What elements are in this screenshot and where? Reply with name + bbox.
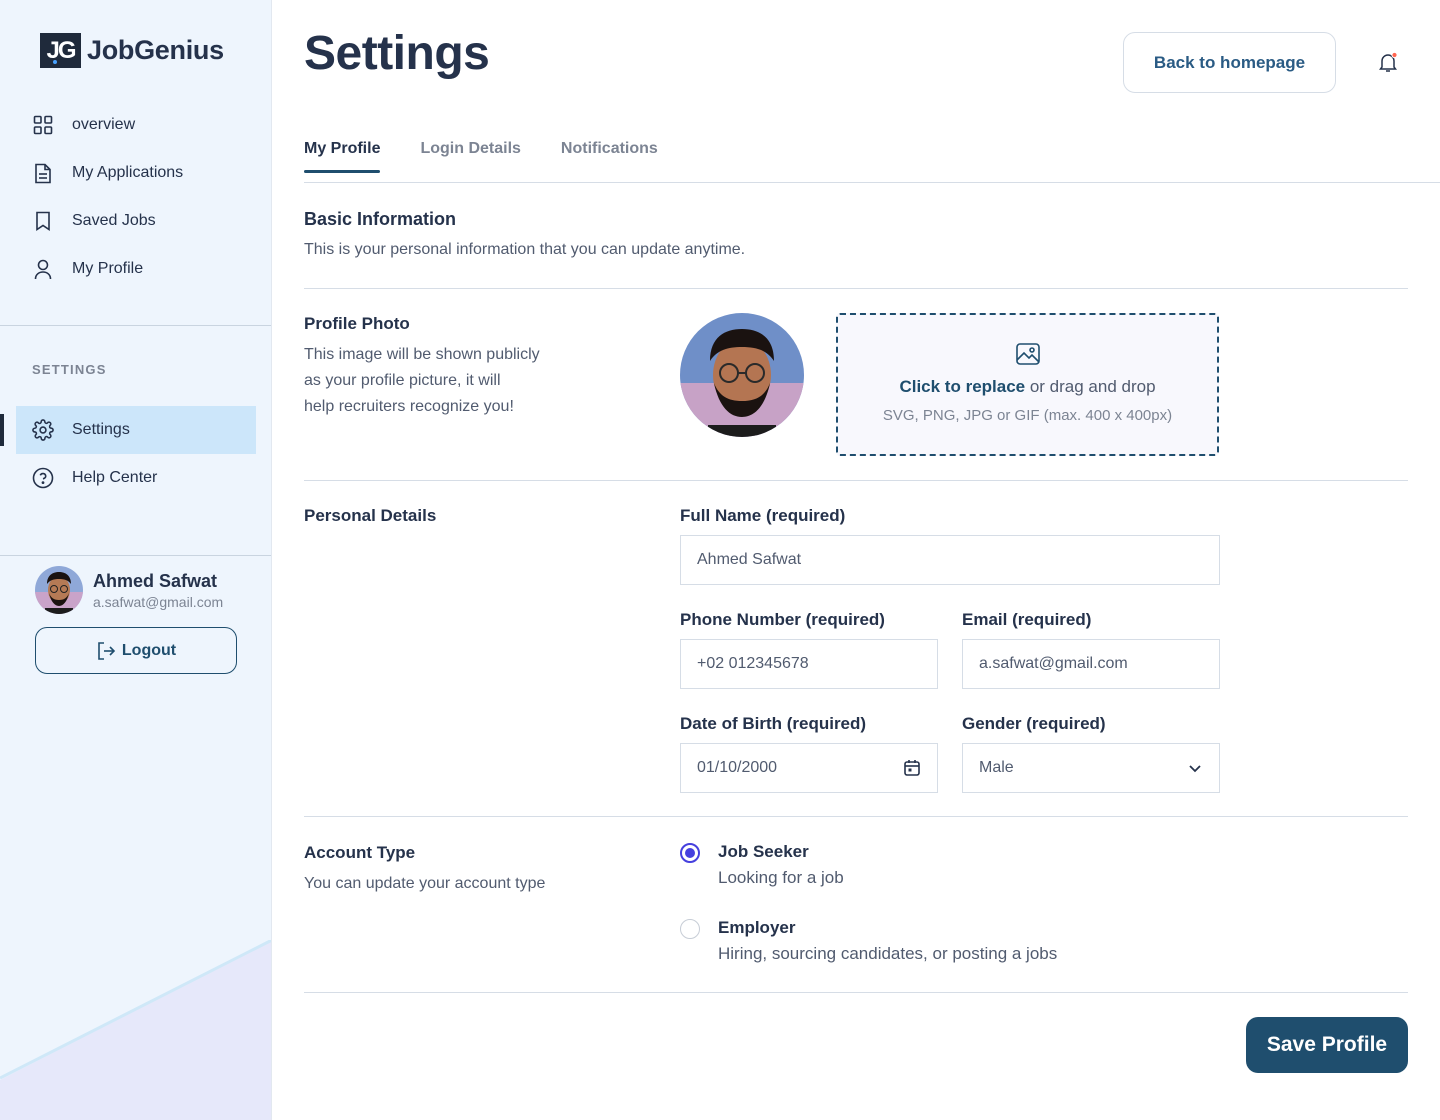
image-icon — [1015, 341, 1041, 367]
document-icon — [32, 162, 54, 184]
employer-title: Employer — [718, 918, 796, 937]
sidebar: JG JobGenius overview My Applications Sa… — [0, 0, 272, 1120]
phone-input[interactable] — [697, 655, 921, 673]
job-seeker-subtitle: Looking for a job — [718, 868, 844, 887]
tab-login-details[interactable]: Login Details — [420, 140, 520, 172]
logout-button[interactable]: Logout — [35, 627, 237, 674]
sidebar-item-saved-jobs[interactable]: Saved Jobs — [16, 197, 256, 245]
profile-photo-description: This image will be shown publicly as you… — [304, 346, 540, 415]
user-icon — [32, 258, 54, 280]
upload-instruction: Click to replace or drag and drop — [899, 377, 1156, 396]
logout-label: Logout — [121, 641, 177, 659]
basic-info-title: Basic Information — [304, 209, 457, 229]
sidebar-item-label: Help Center — [72, 469, 158, 486]
sidebar-item-settings[interactable]: Settings — [0, 406, 256, 454]
click-to-replace-link[interactable]: Click to replace — [899, 377, 1025, 396]
settings-tabs: My Profile Login Details Notifications — [304, 140, 658, 173]
sidebar-item-label: My Profile — [72, 260, 144, 277]
dob-field[interactable]: 01/10/2000 — [680, 743, 938, 793]
gender-value: Male — [979, 759, 1014, 776]
section-divider — [304, 816, 1408, 817]
main-nav: overview My Applications Saved Jobs My P… — [16, 101, 256, 293]
logout-icon — [98, 641, 116, 660]
job-seeker-radio[interactable] — [680, 843, 700, 863]
basic-info-subtitle: This is your personal information that y… — [304, 241, 746, 258]
account-type-subtitle: You can update your account type — [304, 875, 546, 892]
user-card: Ahmed Safwat a.safwat@gmail.com — [35, 566, 223, 614]
phone-field[interactable] — [680, 639, 938, 689]
employer-radio[interactable] — [680, 919, 700, 939]
full-name-field[interactable] — [680, 535, 1220, 585]
sidebar-item-overview[interactable]: overview — [16, 101, 256, 149]
page-title: Settings — [304, 27, 490, 80]
brand-logo[interactable]: JG JobGenius — [40, 33, 224, 68]
job-seeker-title: Job Seeker — [718, 842, 809, 861]
sidebar-divider — [0, 555, 271, 556]
settings-heading: SETTINGS — [32, 362, 107, 377]
profile-photo — [680, 313, 804, 437]
chevron-down-icon — [1187, 760, 1203, 776]
email-field[interactable] — [962, 639, 1220, 689]
sidebar-item-label: Settings — [72, 421, 130, 438]
tabs-divider — [304, 182, 1440, 183]
gear-icon — [32, 419, 54, 441]
save-profile-button[interactable]: Save Profile — [1246, 1017, 1408, 1073]
email-label: Email (required) — [962, 610, 1092, 629]
calendar-icon[interactable] — [903, 759, 921, 777]
dob-label: Date of Birth (required) — [680, 714, 867, 733]
email-input[interactable] — [979, 655, 1203, 673]
sidebar-item-label: Saved Jobs — [72, 212, 156, 229]
sidebar-item-help-center[interactable]: Help Center — [16, 454, 256, 502]
phone-label: Phone Number (required) — [680, 610, 885, 629]
section-divider — [304, 480, 1408, 481]
grid-icon — [32, 114, 54, 136]
avatar — [35, 566, 83, 614]
brand-name: JobGenius — [87, 35, 224, 65]
bookmark-icon — [32, 210, 54, 232]
sidebar-divider — [0, 325, 271, 326]
sidebar-decoration — [0, 940, 271, 1120]
help-circle-icon — [32, 467, 54, 489]
gender-label: Gender (required) — [962, 714, 1106, 733]
full-name-input[interactable] — [697, 551, 1203, 569]
profile-photo-title: Profile Photo — [304, 314, 410, 333]
account-type-title: Account Type — [304, 843, 416, 862]
back-to-homepage-button[interactable]: Back to homepage — [1123, 32, 1336, 93]
photo-upload-dropzone[interactable]: Click to replace or drag and drop SVG, P… — [836, 313, 1219, 456]
sidebar-item-my-profile[interactable]: My Profile — [16, 245, 256, 293]
user-email: a.safwat@gmail.com — [93, 593, 224, 610]
user-name: Ahmed Safwat — [93, 570, 218, 591]
settings-nav: Settings Help Center — [0, 406, 256, 502]
tab-notifications[interactable]: Notifications — [561, 140, 658, 172]
dob-value: 01/10/2000 — [697, 759, 778, 776]
bell-icon[interactable] — [1376, 50, 1400, 74]
gender-select[interactable]: Male — [962, 743, 1220, 793]
personal-details-title: Personal Details — [304, 506, 437, 525]
logo-mark: JG — [40, 33, 81, 68]
section-divider — [304, 992, 1408, 993]
tab-my-profile[interactable]: My Profile — [304, 140, 381, 173]
sidebar-item-label: overview — [72, 116, 136, 133]
full-name-label: Full Name (required) — [680, 506, 846, 525]
sidebar-item-label: My Applications — [72, 164, 184, 181]
section-divider — [304, 288, 1408, 289]
upload-hint: SVG, PNG, JPG or GIF (max. 400 x 400px) — [882, 407, 1173, 424]
employer-subtitle: Hiring, sourcing candidates, or posting … — [718, 944, 1058, 963]
sidebar-item-my-applications[interactable]: My Applications — [16, 149, 256, 197]
